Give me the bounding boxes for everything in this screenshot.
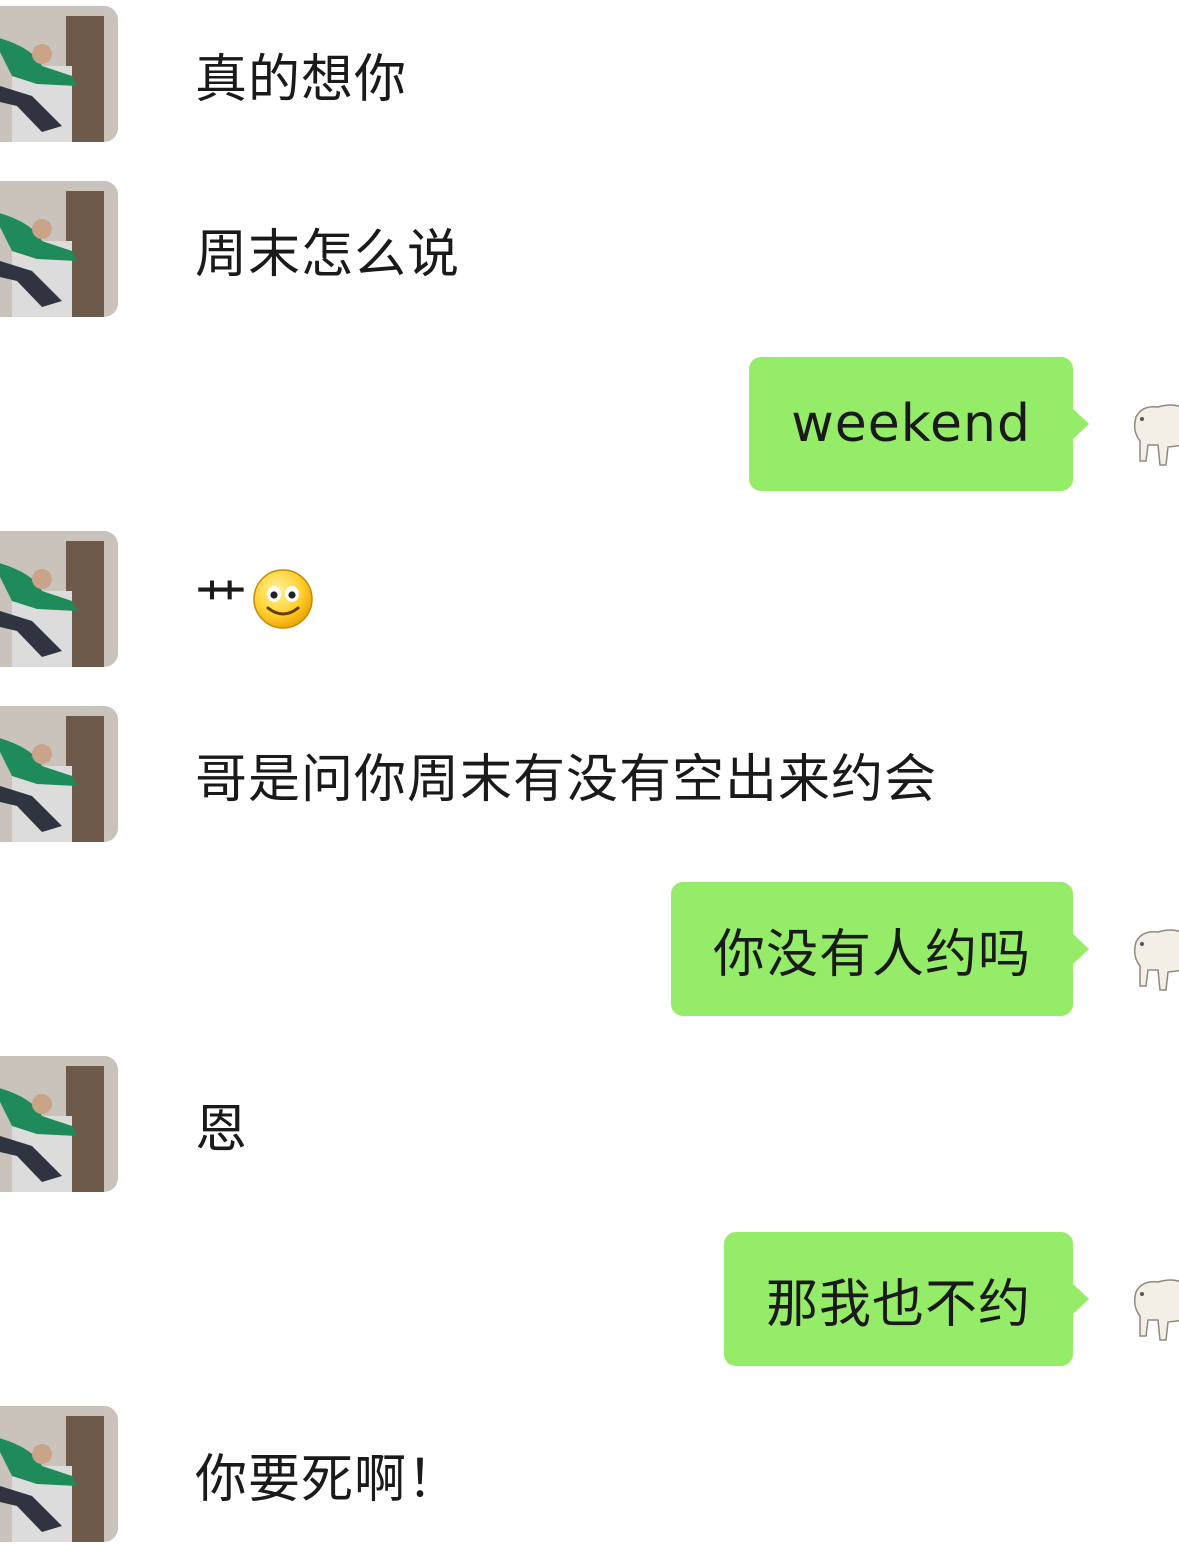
contact-avatar[interactable] (0, 706, 118, 842)
message-row-incoming: 艹 (0, 531, 1179, 667)
message-text-content: 艹 (195, 574, 249, 635)
message-row-incoming: 你要死啊！ (0, 1406, 1179, 1542)
message-text[interactable]: 周末怎么说 (195, 181, 460, 317)
message-row-outgoing: 那我也不约 (0, 1232, 1179, 1368)
message-text[interactable]: 艹 (195, 531, 314, 667)
my-avatar[interactable] (1128, 1270, 1179, 1350)
message-row-incoming: 周末怎么说 (0, 181, 1179, 317)
my-avatar[interactable] (1128, 920, 1179, 1000)
contact-avatar[interactable] (0, 6, 118, 142)
message-row-incoming: 哥是问你周末有没有空出来约会 (0, 706, 1179, 842)
chat-message-list[interactable]: 真的想你 周末怎么说 weekend 艹 哥是问你周末有没有空出来约会 你没有人… (0, 0, 1179, 1548)
contact-avatar[interactable] (0, 1406, 118, 1542)
message-bubble[interactable]: 那我也不约 (723, 1232, 1090, 1366)
message-text[interactable]: 恩 (195, 1056, 248, 1192)
contact-avatar[interactable] (0, 531, 118, 667)
message-text[interactable]: 你要死啊！ (195, 1406, 460, 1542)
message-text[interactable]: 哥是问你周末有没有空出来约会 (195, 706, 937, 842)
message-row-outgoing: 你没有人约吗 (0, 882, 1179, 1018)
contact-avatar[interactable] (0, 1056, 118, 1192)
contact-avatar[interactable] (0, 181, 118, 317)
my-avatar[interactable] (1128, 395, 1179, 475)
smile-emoji-icon (252, 568, 314, 630)
message-bubble[interactable]: weekend (749, 357, 1089, 491)
message-row-outgoing: weekend (0, 357, 1179, 493)
message-row-incoming: 真的想你 (0, 6, 1179, 142)
message-text[interactable]: 真的想你 (195, 6, 407, 142)
message-row-incoming: 恩 (0, 1056, 1179, 1192)
message-bubble[interactable]: 你没有人约吗 (670, 882, 1090, 1016)
